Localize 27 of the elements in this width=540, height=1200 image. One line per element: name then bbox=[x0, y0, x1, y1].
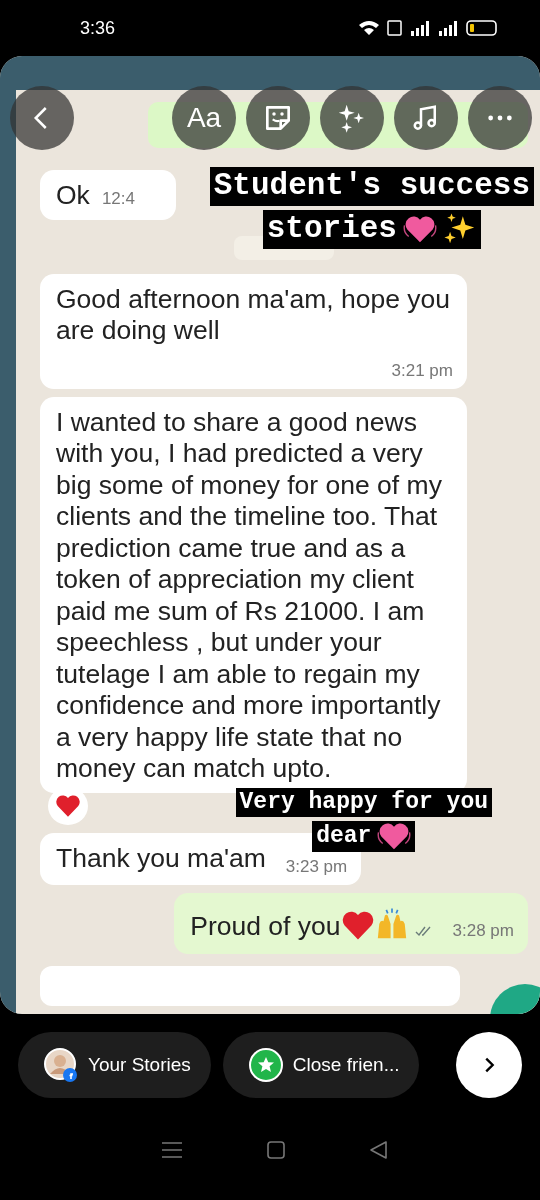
signal-icon bbox=[438, 20, 458, 36]
close-friends-button[interactable]: Close frien... bbox=[222, 1032, 420, 1098]
volte-icon bbox=[387, 20, 402, 36]
message-text: Thank you ma'am bbox=[56, 842, 266, 874]
caption-text: Student's success bbox=[213, 167, 530, 205]
caption-text: stories bbox=[266, 209, 397, 248]
message-time: 3:28 pm bbox=[452, 920, 514, 941]
more-icon bbox=[488, 115, 512, 121]
home-icon[interactable] bbox=[266, 1140, 286, 1160]
message-text: Ok bbox=[56, 180, 90, 212]
message-text: Proud of you bbox=[190, 910, 341, 942]
caption-text: Very happy for you bbox=[239, 788, 488, 817]
message-text: Good afternoon ma'am, hope you are doing well bbox=[56, 283, 451, 347]
message-text: I wanted to share a good news with you, I had predicted a very big some of money for one of my clients and the timeline too. That prediction came true and as a token of appreciation my client paid me sum of Rs 21000. I am speechless , but under your tutelage I am able to regain my confidence and more importantly a very happy life state that no money can match upto. bbox=[56, 406, 443, 785]
caption-text: dear bbox=[316, 821, 372, 851]
message-time: 12:4 bbox=[101, 189, 135, 208]
message-time: 3:21 pm bbox=[391, 360, 453, 381]
signal-icon bbox=[410, 20, 430, 36]
battery-icon bbox=[466, 20, 498, 36]
menu-icon[interactable] bbox=[161, 1141, 184, 1159]
wifi-icon bbox=[359, 19, 379, 37]
heart-icon bbox=[340, 909, 375, 941]
avatar-icon bbox=[44, 1048, 78, 1082]
your-stories-button[interactable]: Your Stories bbox=[18, 1032, 211, 1098]
status-time: 3:36 bbox=[80, 17, 116, 39]
back-icon[interactable] bbox=[368, 1140, 389, 1160]
message-time: 3:23 pm bbox=[285, 856, 348, 877]
